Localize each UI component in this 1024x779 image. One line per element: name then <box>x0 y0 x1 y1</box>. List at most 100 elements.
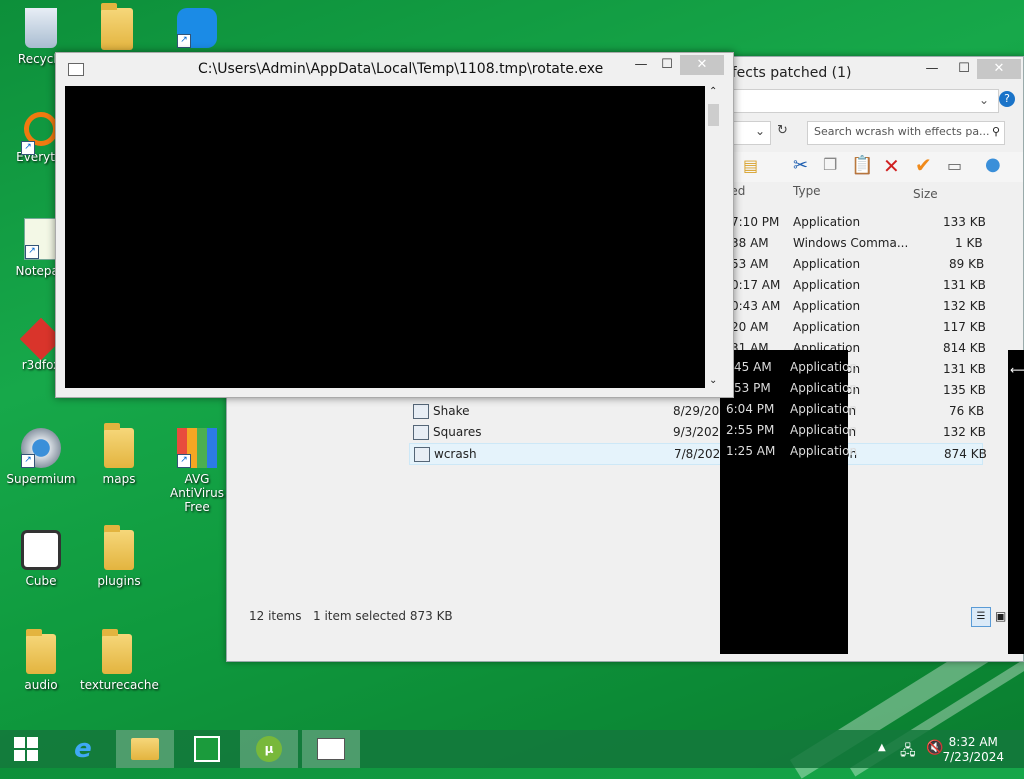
resize-arrow-icon: ⟵ <box>1010 363 1024 377</box>
ribbon-bar <box>727 89 999 113</box>
everything-icon: ↗ <box>21 112 58 155</box>
shortcut-arrow-icon: ↗ <box>21 141 35 155</box>
file-size: 814 KB <box>943 341 986 355</box>
file-type: Windows Comma... <box>793 236 909 250</box>
file-type: Application <box>793 215 861 229</box>
desktop-icon-texturecache[interactable]: texturecache <box>80 629 159 692</box>
glitch-block <box>1008 350 1024 654</box>
copy-icon[interactable]: ❐ <box>823 155 837 174</box>
desktop-icon-label: plugins <box>97 574 141 588</box>
file-name: Shake <box>433 404 470 418</box>
chevron-up-icon[interactable]: ⌃ <box>709 86 717 97</box>
status-selection: 1 item selected 873 KB <box>313 609 453 623</box>
rename-icon[interactable]: ▭ <box>947 156 962 175</box>
paste-icon[interactable]: 📋 <box>851 155 873 176</box>
show-hidden-icons-icon[interactable]: ▲ <box>878 742 886 753</box>
desktop-icon-label: Supermium <box>6 472 76 486</box>
desktop-icon-label: texturecache <box>80 678 159 692</box>
app-icon: ↗ <box>177 8 217 48</box>
ribbon-collapse-icon[interactable]: ⌄ <box>979 93 989 107</box>
network-icon[interactable]: 🖧 <box>900 740 916 764</box>
maximize-button[interactable]: ☐ <box>949 59 979 79</box>
taskbar-file-explorer[interactable] <box>116 730 174 768</box>
file-time: 20 AM <box>731 320 769 334</box>
desktop-icon-folder[interactable] <box>80 3 154 54</box>
clock-time: 8:32 AM <box>948 735 998 749</box>
console-output[interactable] <box>65 86 705 388</box>
chevron-down-icon[interactable]: ⌄ <box>755 124 765 138</box>
details-view-icon[interactable]: ☰ <box>971 607 991 627</box>
folder-icon <box>101 3 133 50</box>
desktop-icon-label: Cube <box>25 574 57 588</box>
taskbar-store[interactable] <box>178 730 236 768</box>
application-icon <box>413 404 429 419</box>
thumbnail-view-icon[interactable]: ▣ <box>995 609 1006 623</box>
desktop-icon-plugins[interactable]: plugins <box>82 525 156 588</box>
desktop-icon-audio[interactable]: audio <box>4 629 78 692</box>
close-button[interactable]: ✕ <box>977 59 1021 79</box>
shortcut-arrow-icon: ↗ <box>177 34 191 48</box>
application-icon <box>414 447 430 462</box>
file-row-shake[interactable]: Shake8/29/20216:04 PMApplication76 KB <box>409 401 984 421</box>
overlay-time: :53 PM <box>730 381 771 395</box>
volume-muted-icon[interactable]: 🔇 <box>926 740 943 756</box>
system-clock[interactable]: 8:32 AM 7/23/2024 <box>942 735 1004 765</box>
file-size: 89 KB <box>949 257 985 271</box>
store-icon <box>194 736 220 762</box>
file-type: Application <box>793 257 861 271</box>
chevron-down-icon[interactable]: ⌄ <box>709 375 717 386</box>
application-icon <box>413 425 429 440</box>
file-size: 117 KB <box>943 320 986 334</box>
file-row-wcrash[interactable]: wcrash7/8/20241:25 AMApplication874 KB <box>409 443 987 465</box>
scroll-thumb[interactable] <box>708 104 719 126</box>
overlay-time: 1:25 AM <box>726 444 776 458</box>
overlay-row-text: :45 AM Application :53 PM Application 6:… <box>720 350 857 470</box>
recycle-bin-icon <box>25 8 57 48</box>
taskbar-console[interactable] <box>302 730 360 768</box>
file-size: 132 KB <box>943 425 986 439</box>
taskbar-utorrent[interactable]: µ <box>240 730 298 768</box>
desktop-icon-maps[interactable]: maps <box>82 423 156 486</box>
file-type: Application <box>793 278 861 292</box>
console-maximize-button[interactable]: ☐ <box>652 55 682 75</box>
overlay-type: Application <box>790 423 858 437</box>
overlay-time: :45 AM <box>730 360 772 374</box>
refresh-icon[interactable]: ↻ <box>777 123 788 138</box>
file-row-squares[interactable]: Squares 9/3/20212:55 PM Application 132 KB <box>409 422 986 442</box>
console-close-button[interactable]: ✕ <box>680 55 724 75</box>
search-input[interactable]: Search wcrash with effects pa... ⚲ <box>807 121 1005 145</box>
file-time: 0:17 AM <box>731 278 781 292</box>
help-icon[interactable]: ? <box>999 91 1015 107</box>
desktop-icon-app[interactable]: ↗ <box>160 8 234 52</box>
chat-icon[interactable]: ● <box>985 154 1001 175</box>
delete-icon[interactable]: ✕ <box>883 154 900 178</box>
console-scrollbar[interactable]: ⌃ ⌄ <box>705 86 722 388</box>
file-time: 7:10 PM <box>731 215 780 229</box>
console-window[interactable]: C:\Users\Admin\AppData\Local\Temp\1108.t… <box>55 52 734 398</box>
desktop-icon-supermium[interactable]: ↗ Supermium <box>4 428 78 486</box>
status-item-count: 12 items <box>249 609 302 623</box>
file-name: Squares <box>433 425 482 439</box>
file-size: 131 KB <box>943 362 986 376</box>
minimize-button[interactable]: — <box>917 59 947 79</box>
folder-icon <box>104 423 134 468</box>
overlay-time: 6:04 PM <box>726 402 775 416</box>
properties-icon[interactable]: ▤ <box>743 156 758 175</box>
desktop-icon-label: maps <box>102 472 136 486</box>
start-button[interactable] <box>0 730 52 768</box>
checkmark-icon[interactable]: ✔ <box>915 153 932 177</box>
file-size: 1 KB <box>955 236 983 250</box>
taskbar-internet-explorer[interactable]: e <box>54 730 112 768</box>
column-header-type[interactable]: Type <box>793 184 821 198</box>
search-icon: ⚲ <box>991 125 1000 138</box>
supermium-icon: ↗ <box>21 428 61 468</box>
column-header-size[interactable]: Size <box>913 187 938 201</box>
explorer-title: ffects patched (1) <box>727 65 852 81</box>
notepad-icon: ↗ <box>24 218 58 260</box>
internet-explorer-icon: e <box>74 734 92 764</box>
desktop-icon-cube[interactable]: Cube <box>4 530 78 588</box>
cut-icon[interactable]: ✂ <box>793 155 808 176</box>
taskbar: e µ ▲ 🖧 🔇 8:32 AM 7/23/2024 <box>0 730 1024 768</box>
desktop-icon-avg[interactable]: ↗ AVG AntiVirus Free <box>160 428 234 514</box>
overlay-type: Application <box>790 444 858 458</box>
